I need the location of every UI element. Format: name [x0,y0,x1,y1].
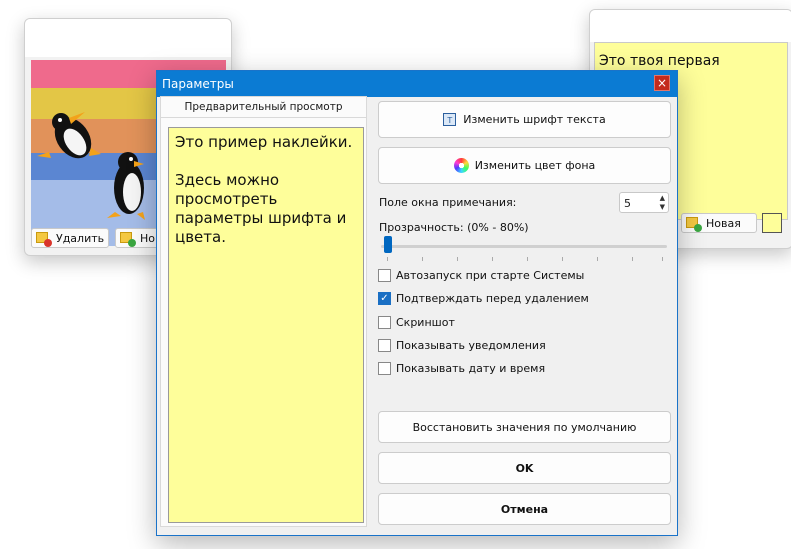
note-add-icon [120,231,136,247]
dialog-title: Параметры [162,77,234,91]
slider-tick [457,257,458,261]
slider-tick [662,257,663,261]
delete-note-button[interactable]: Удалить [31,228,109,248]
preview-line-1: Это пример наклейки. [175,133,353,151]
change-font-button[interactable]: T Изменить шрифт текста [378,101,671,138]
close-button[interactable]: × [654,75,670,91]
dialog-titlebar[interactable]: Параметры × [157,71,677,97]
note-delete-icon [36,231,52,247]
note-add-icon [686,216,702,232]
margin-value: 5 [624,197,631,210]
change-font-label: Изменить шрифт текста [463,113,606,126]
transparency-slider-thumb[interactable] [384,236,392,253]
note-color-swatch[interactable] [762,213,782,233]
settings-dialog: Параметры × Предварительный просмотр нак… [156,70,678,536]
checkbox-show-datetime[interactable]: Показывать дату и время [378,362,545,375]
checkbox-label: Автозапуск при старте Системы [396,269,585,282]
checkbox-confirm-delete[interactable]: ✓ Подтверждать перед удалением [378,292,589,305]
checkbox-box[interactable] [378,339,391,352]
change-background-button[interactable]: Изменить цвет фона [378,147,671,184]
slider-tick [422,257,423,261]
delete-label: Удалить [56,231,105,245]
cancel-label: Отмена [500,502,549,516]
margin-spinbox[interactable]: 5 ▲ ▼ [619,192,669,213]
preview-line-2: Здесь можно просмотреть параметры шрифта… [175,171,347,246]
checkbox-notifications[interactable]: Показывать уведомления [378,339,546,352]
close-icon: × [656,76,668,90]
slider-tick [387,257,388,261]
margin-label: Поле окна примечания: [379,196,517,209]
slider-tick [527,257,528,261]
spin-down-icon[interactable]: ▼ [660,203,665,211]
checkbox-label: Подтверждать перед удалением [396,292,589,305]
note-text: Это твоя первая [599,53,720,69]
checkbox-autostart[interactable]: Автозапуск при старте Системы [378,269,584,282]
spin-up-icon[interactable]: ▲ [660,194,665,202]
checkbox-label: Скриншот [396,316,455,329]
slider-tick [562,257,563,261]
new-label: Но [140,231,156,245]
slider-tick [492,257,493,261]
restore-label: Восстановить значения по умолчанию [412,420,637,434]
checkbox-box[interactable] [378,362,391,375]
note-titlebar[interactable] [590,10,791,42]
ok-label: OK [515,461,534,475]
preview-panel: Это пример наклейки. Здесь можно просмот… [160,117,367,527]
tab-preview[interactable]: Предварительный просмотр наклейки [160,96,367,134]
checkbox-screenshot[interactable]: Скриншот [378,316,455,329]
change-bg-label: Изменить цвет фона [474,159,596,172]
checkbox-box[interactable] [378,316,391,329]
slider-tick [597,257,598,261]
color-wheel-icon [453,158,469,173]
checkbox-box-checked[interactable]: ✓ [378,292,391,305]
note-preview: Это пример наклейки. Здесь можно просмот… [168,127,364,523]
note-titlebar[interactable] [25,19,231,57]
checkbox-box[interactable] [378,269,391,282]
new-note-button[interactable]: Новая [681,213,757,233]
slider-tick [632,257,633,261]
font-icon: T [443,113,457,126]
cancel-button[interactable]: Отмена [378,493,671,525]
checkbox-label: Показывать уведомления [396,339,546,352]
checkbox-label: Показывать дату и время [396,362,546,375]
transparency-slider-track[interactable] [381,245,667,248]
restore-defaults-button[interactable]: Восстановить значения по умолчанию [378,411,671,443]
new-label: Новая [706,216,741,230]
ok-button[interactable]: OK [378,452,671,484]
transparency-label: Прозрачность: (0% - 80%) [379,221,529,234]
